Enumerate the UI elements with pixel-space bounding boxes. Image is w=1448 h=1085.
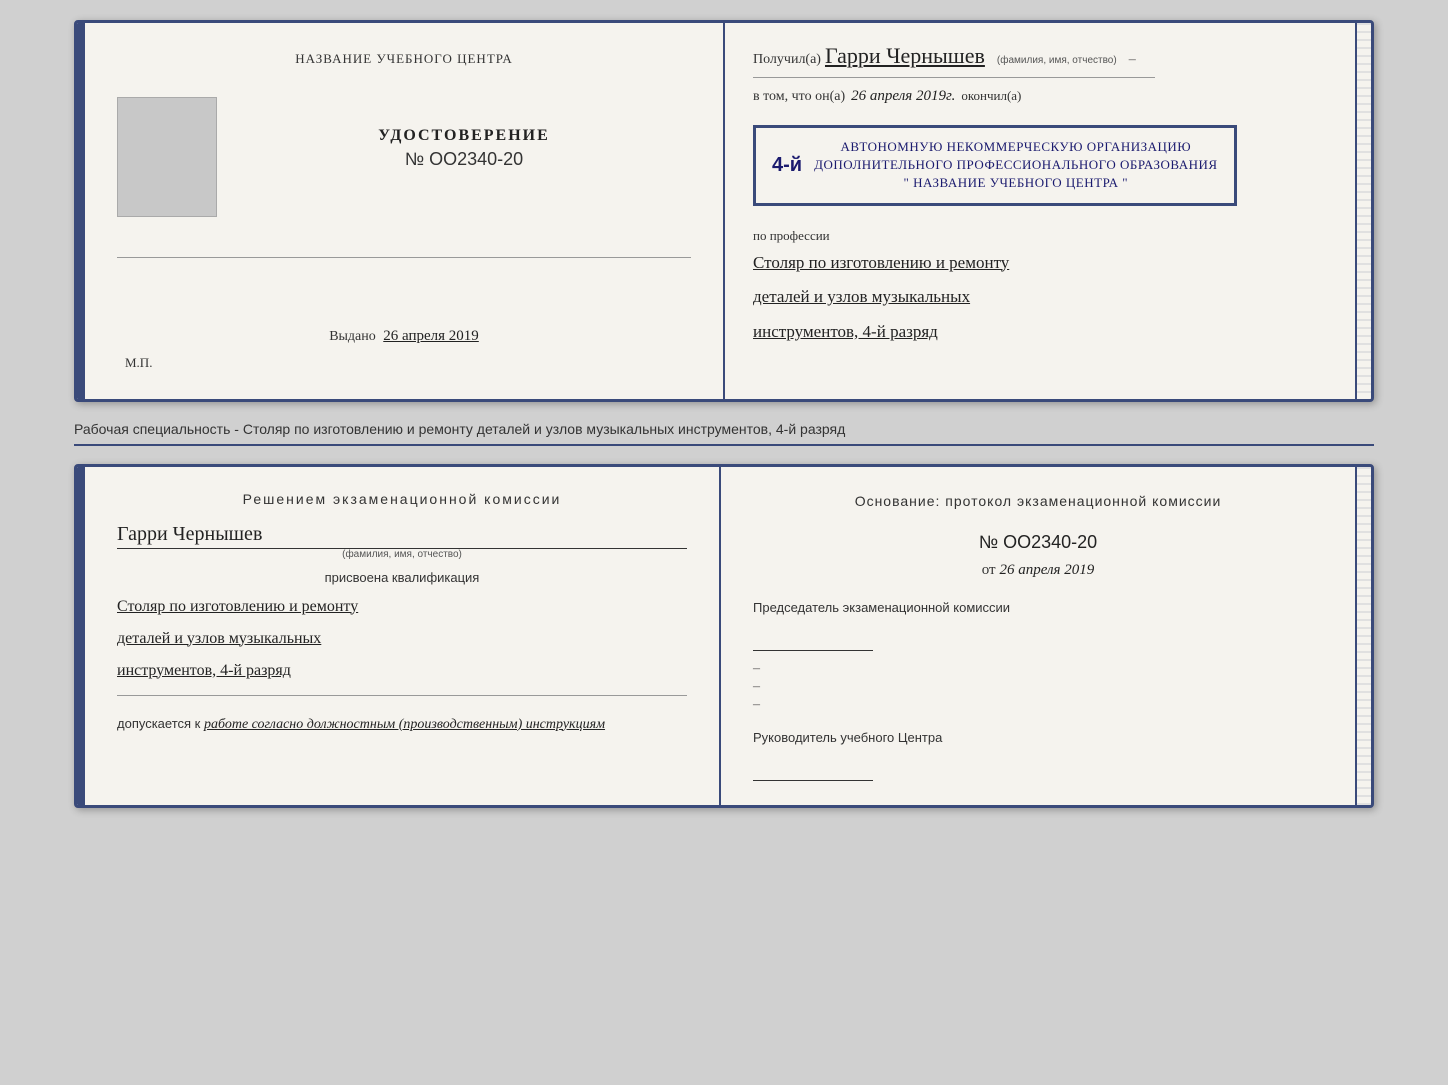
dash-2: –	[753, 677, 1323, 695]
caption: Рабочая специальность - Столяр по изгото…	[74, 420, 1374, 446]
osnovanie: Основание: протокол экзаменационной коми…	[753, 491, 1323, 512]
resheniem-title: Решением экзаменационной комиссии	[117, 491, 687, 507]
photo-placeholder	[117, 97, 217, 217]
predsedatel-title: Председатель экзаменационной комиссии	[753, 599, 1323, 617]
stamp-block: 4-й АВТОНОМНУЮ НЕКОММЕРЧЕСКУЮ ОРГАНИЗАЦИ…	[753, 125, 1237, 206]
bottom-name: Гарри Чернышев	[117, 523, 687, 549]
dash-3: –	[753, 695, 1323, 713]
stamp-line3: " НАЗВАНИЕ УЧЕБНОГО ЦЕНТРА "	[814, 174, 1217, 192]
dash-1: –	[753, 659, 1323, 677]
top-document: НАЗВАНИЕ УЧЕБНОГО ЦЕНТРА УДОСТОВЕРЕНИЕ №…	[74, 20, 1374, 402]
po-professii: по профессии	[753, 228, 1327, 244]
bottom-left-page: Решением экзаменационной комиссии Гарри …	[85, 467, 721, 805]
top-left-page: НАЗВАНИЕ УЧЕБНОГО ЦЕНТРА УДОСТОВЕРЕНИЕ №…	[85, 23, 725, 399]
poluchil-line: Получил(а) Гарри Чернышев (фамилия, имя,…	[753, 43, 1327, 69]
vydano-date: 26 апреля 2019	[383, 328, 479, 344]
udost-label: УДОСТОВЕРЕНИЕ	[237, 127, 691, 145]
vydano-label: Выдано	[329, 329, 376, 344]
ot-date: 26 апреля 2019	[999, 562, 1094, 578]
predsedatel-sig-line	[753, 631, 873, 651]
ot-prefix: от	[982, 562, 996, 578]
dopuskaetsya-text: работе согласно должностным (производств…	[204, 717, 605, 732]
predsedatel-block: Председатель экзаменационной комиссии	[753, 599, 1323, 651]
vydano-line: Выдано 26 апреля 2019	[329, 328, 479, 345]
profession-line3: инструментов, 4-й разряд	[753, 317, 1327, 348]
qual-line3: инструментов, 4-й разряд	[117, 655, 687, 687]
center-title: НАЗВАНИЕ УЧЕБНОГО ЦЕНТРА	[295, 51, 512, 67]
stamp-line1: АВТОНОМНУЮ НЕКОММЕРЧЕСКУЮ ОРГАНИЗАЦИЮ	[814, 138, 1217, 156]
bottom-document: Решением экзаменационной комиссии Гарри …	[74, 464, 1374, 808]
recipient-name: Гарри Чернышев	[825, 43, 985, 69]
ot-date-line: от 26 апреля 2019	[753, 561, 1323, 579]
udost-number: № OO2340-20	[237, 149, 691, 170]
prisvoena: присвоена квалификация	[117, 570, 687, 585]
profession-line2: деталей и узлов музыкальных	[753, 282, 1327, 313]
vtom-prefix: в том, что он(а)	[753, 89, 845, 105]
spine-left	[77, 23, 85, 399]
dopuskaetsya-line: допускается к работе согласно должностны…	[117, 716, 687, 733]
right-edge-decoration	[1355, 23, 1371, 399]
fio-label-top: (фамилия, имя, отчество)	[997, 55, 1117, 66]
rukovoditel-block: Руководитель учебного Центра	[753, 729, 1323, 781]
name-block: Гарри Чернышев (фамилия, имя, отчество)	[117, 523, 687, 560]
profession-line1: Столяр по изготовлению и ремонту	[753, 248, 1327, 279]
top-right-page: Получил(а) Гарри Чернышев (фамилия, имя,…	[725, 23, 1355, 399]
okonchil: окончил(а)	[961, 88, 1021, 104]
rukovoditel-title: Руководитель учебного Центра	[753, 729, 1323, 747]
protocol-number: № OO2340-20	[753, 532, 1323, 553]
right-edge-decoration-bottom	[1355, 467, 1371, 805]
spine-left-bottom	[77, 467, 85, 805]
vtom-date: 26 апреля 2019г.	[851, 88, 955, 105]
stamp-line2: ДОПОЛНИТЕЛЬНОГО ПРОФЕССИОНАЛЬНОГО ОБРАЗО…	[814, 156, 1217, 174]
qual-line1: Столяр по изготовлению и ремонту	[117, 591, 687, 623]
bottom-fio-label: (фамилия, имя, отчество)	[117, 549, 687, 560]
bottom-right-page: Основание: протокол экзаменационной коми…	[721, 467, 1355, 805]
vtom-line: в том, что он(а) 26 апреля 2019г. окончи…	[753, 88, 1327, 105]
qual-line2: деталей и узлов музыкальных	[117, 623, 687, 655]
rukovoditel-sig-line	[753, 761, 873, 781]
poluchil-prefix: Получил(а)	[753, 52, 821, 68]
stamp-number: 4-й	[772, 154, 802, 177]
dopuskaetsya-prefix: допускается к	[117, 716, 200, 731]
mp-label: М.П.	[125, 355, 152, 371]
